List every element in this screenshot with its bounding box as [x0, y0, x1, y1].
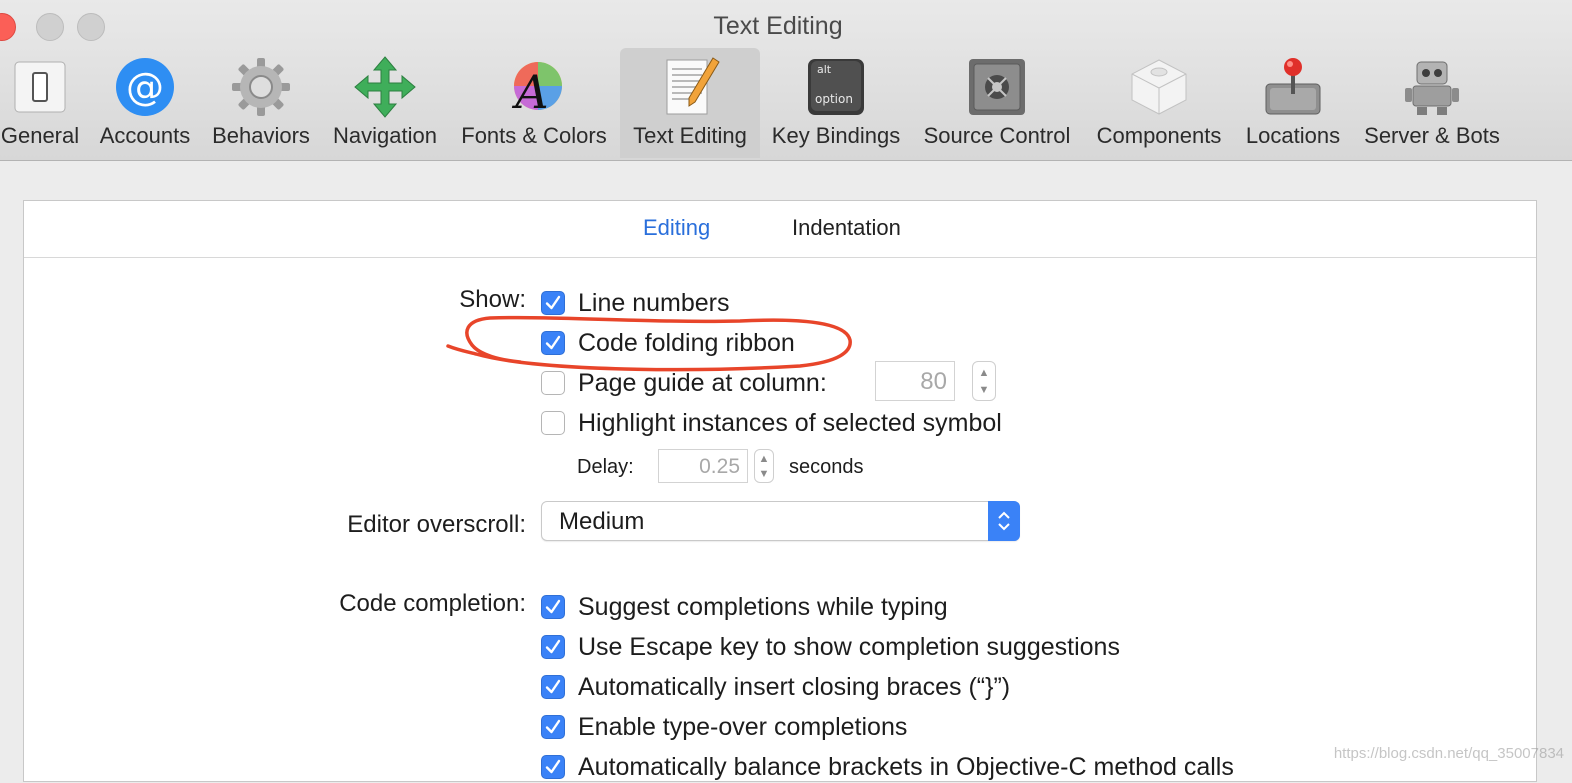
safe-vault-icon — [969, 59, 1025, 115]
balance-brackets-checkbox[interactable]: Automatically balance brackets in Object… — [541, 751, 1234, 783]
page-guide-column-field[interactable]: 80 — [875, 361, 955, 401]
suggest-completions-checkbox[interactable]: Suggest completions while typing — [541, 591, 948, 623]
toolbar-label: Text Editing — [633, 123, 747, 148]
toolbar-label: Key Bindings — [771, 123, 901, 148]
tab-bar: Editing Indentation — [24, 201, 1536, 258]
page-guide-stepper[interactable]: ▲ ▼ — [972, 361, 996, 401]
window-title: Text Editing — [713, 12, 843, 40]
toolbar-item-server-bots[interactable]: Server & Bots — [1356, 48, 1508, 158]
toolbar-item-text-editing[interactable]: Text Editing — [620, 48, 760, 158]
delay-field[interactable]: 0.25 — [658, 449, 748, 483]
closing-braces-checkbox[interactable]: Automatically insert closing braces (“}”… — [541, 671, 1010, 703]
document-pencil-icon — [666, 57, 720, 115]
checkbox-unchecked[interactable] — [541, 411, 565, 435]
navigation-arrows-icon — [354, 56, 416, 118]
window-toolbar: Text Editing General @ Accounts Behavior… — [0, 0, 1572, 161]
checkbox-checked[interactable] — [541, 595, 565, 619]
toolbar-label: Server & Bots — [1364, 123, 1500, 148]
general-switch-icon — [14, 61, 66, 113]
toolbar-label: Source Control — [923, 123, 1071, 148]
code-folding-ribbon-checkbox[interactable]: Code folding ribbon — [541, 327, 795, 359]
highlight-instances-checkbox[interactable]: Highlight instances of selected symbol — [541, 407, 1002, 439]
checkbox-checked[interactable] — [541, 675, 565, 699]
toolbar-item-source-control[interactable]: Source Control — [914, 48, 1080, 158]
line-numbers-checkbox[interactable]: Line numbers — [541, 287, 729, 319]
toolbar-label: Navigation — [333, 123, 437, 148]
checkbox-unchecked[interactable] — [541, 371, 565, 395]
toolbar-item-behaviors[interactable]: Behaviors — [206, 48, 316, 158]
checkbox-label: Automatically balance brackets in Object… — [578, 752, 1234, 781]
drive-joystick-icon — [1265, 58, 1321, 115]
toolbar-item-accounts[interactable]: @ Accounts — [92, 48, 198, 158]
checkbox-label: Suggest completions while typing — [578, 592, 948, 621]
checkbox-label: Enable type-over completions — [578, 712, 908, 741]
toolbar-item-key-bindings[interactable]: alt option Key Bindings — [764, 48, 908, 158]
svg-text:@: @ — [126, 65, 164, 109]
key-label-top: alt — [817, 63, 832, 76]
toolbar-label: Fonts & Colors — [461, 123, 607, 148]
checkbox-checked[interactable] — [541, 755, 565, 779]
overscroll-value: Medium — [559, 508, 645, 535]
show-label: Show: — [459, 286, 526, 313]
toolbar-label: General — [0, 123, 80, 148]
toolbar-item-fonts-colors[interactable]: A Fonts & Colors — [452, 48, 616, 158]
checkbox-label: Line numbers — [578, 288, 730, 317]
checkbox-label: Page guide at column: — [578, 368, 827, 397]
toolbar-label: Components — [1096, 123, 1222, 148]
robot-icon — [1405, 61, 1459, 115]
tab-editing[interactable]: Editing — [643, 215, 710, 241]
delay-label: Delay: — [577, 456, 634, 478]
checkbox-label: Code folding ribbon — [578, 328, 795, 357]
toolbar-label: Behaviors — [212, 123, 310, 148]
preferences-panel: Editing Indentation Show: Line numbers C… — [23, 200, 1537, 782]
delay-unit: seconds — [789, 456, 864, 478]
checkbox-checked[interactable] — [541, 331, 565, 355]
checkbox-label: Automatically insert closing braces (“}”… — [578, 672, 1011, 701]
checkbox-checked[interactable] — [541, 291, 565, 315]
toolbar-label: Accounts — [99, 123, 191, 148]
tab-indentation[interactable]: Indentation — [792, 215, 901, 241]
toolbar-item-navigation[interactable]: Navigation — [326, 48, 444, 158]
svg-text:A: A — [511, 65, 548, 118]
code-completion-label: Code completion: — [339, 590, 526, 617]
chevron-up-down-icon — [988, 501, 1020, 541]
gear-icon — [232, 58, 290, 116]
checkbox-checked[interactable] — [541, 715, 565, 739]
font-color-wheel-icon: A — [511, 62, 562, 118]
key-label-bottom: option — [815, 92, 853, 106]
watermark-text: https://blog.csdn.net/qq_35007834 — [1333, 745, 1564, 762]
components-cube-icon — [1131, 59, 1187, 115]
escape-key-checkbox[interactable]: Use Escape key to show completion sugges… — [541, 631, 1120, 663]
checkbox-label: Highlight instances of selected symbol — [578, 408, 1002, 437]
toolbar-item-general[interactable]: General — [0, 48, 80, 158]
toolbar-label: Locations — [1245, 123, 1341, 148]
option-key-icon: alt option — [808, 59, 864, 115]
toolbar-item-locations[interactable]: Locations — [1238, 48, 1348, 158]
overscroll-select[interactable]: Medium — [541, 501, 1020, 541]
overscroll-label: Editor overscroll: — [347, 511, 526, 538]
type-over-checkbox[interactable]: Enable type-over completions — [541, 711, 907, 743]
page-guide-checkbox[interactable]: Page guide at column: — [541, 367, 827, 399]
delay-stepper[interactable]: ▲ ▼ — [754, 449, 774, 483]
toolbar-item-components[interactable]: Components — [1088, 48, 1230, 158]
at-sign-icon: @ — [116, 58, 174, 116]
checkbox-checked[interactable] — [541, 635, 565, 659]
checkbox-label: Use Escape key to show completion sugges… — [578, 632, 1120, 661]
